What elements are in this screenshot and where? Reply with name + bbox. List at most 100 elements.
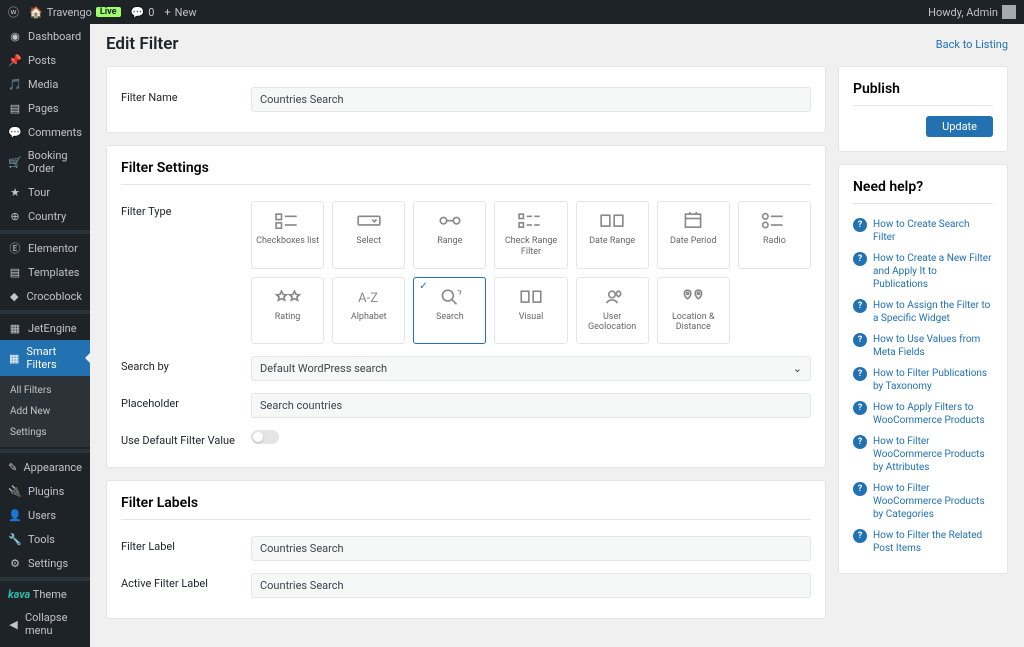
sidebar-item-jetengine[interactable]: ▦ JetEngine [0,316,90,340]
sidebar-item-label: Tour [28,186,50,199]
media-icon: 🎵 [8,77,22,91]
user-icon: 👤 [8,508,22,522]
jet-icon: ▦ [8,321,22,335]
sidebar-item-crocoblock[interactable]: ◆Crocoblock [0,284,90,308]
sidebar-item-label: JetEngine [28,322,77,335]
back-link[interactable]: Back to Listing [936,38,1008,51]
filter-name-label: Filter Name [121,87,251,104]
help-link[interactable]: How to Create a New Filter and Apply It … [873,252,993,291]
type-card-visual[interactable]: Visual [494,277,567,345]
howdy-text: Howdy, Admin [928,6,998,19]
alphabet-icon: A-Z [356,288,382,306]
type-card-checkboxes[interactable]: Checkboxes list [251,201,324,269]
site-link[interactable]: 🏠 Travengo Live [29,6,121,19]
type-label: Check Range Filter [499,236,562,258]
sidebar-item-pages[interactable]: ▤Pages [0,96,90,120]
sidebar-item-smart-filters[interactable]: ▦ Smart Filters [0,340,90,376]
type-card-checkrange[interactable]: Check Range Filter [494,201,567,269]
type-card-search[interactable]: ✓Search [413,277,486,345]
wp-logo-icon[interactable]: ⓦ [8,4,19,20]
type-card-dateperiod[interactable]: Date Period [657,201,730,269]
sidebar-item-booking-order[interactable]: 🛒Booking Order [0,144,90,180]
type-card-radio[interactable]: Radio [738,201,811,269]
sidebar-item-label: Templates [28,266,79,279]
sidebar-item-elementor[interactable]: ⒺElementor [0,236,90,260]
sidebar-item-label: Dashboard [28,30,81,43]
sidebar-item-users[interactable]: 👤Users [0,503,90,527]
gear-icon: ⚙ [8,556,22,570]
sidebar-item-label: Crocoblock [26,290,82,303]
checkrange-icon [518,212,544,230]
type-card-alphabet[interactable]: A-ZAlphabet [332,277,405,345]
searchby-label: Search by [121,356,251,373]
sidebar-item-media[interactable]: 🎵Media [0,72,90,96]
placeholder-input[interactable] [251,393,811,418]
gauge-icon: ◉ [8,29,22,43]
sidebar-item-templates[interactable]: ▤Templates [0,260,90,284]
sidebar-item-comments[interactable]: 💬Comments [0,120,90,144]
help-link[interactable]: How to Use Values from Meta Fields [873,333,993,359]
type-card-geo[interactable]: User Geolocation [576,277,649,345]
sidebar-sub-add-new[interactable]: Add New [0,401,90,422]
comments-bubble[interactable]: 💬 0 [131,6,155,19]
loc-icon [680,288,706,306]
sidebar-item-label: Settings [28,557,68,570]
brush-icon: ✎ [8,460,17,474]
sidebar-item-settings[interactable]: ⚙ Settings [0,551,90,575]
site-name: Travengo [47,6,92,19]
help-icon: ? [853,367,867,381]
help-link[interactable]: How to Filter Publications by Taxonomy [873,367,993,393]
help-link[interactable]: How to Assign the Filter to a Specific W… [873,299,993,325]
type-card-rating[interactable]: Rating [251,277,324,345]
collapse-menu[interactable]: ◀Collapse menu [0,606,90,642]
jet-icon: ▦ [8,351,20,365]
type-card-daterange[interactable]: Date Range [576,201,649,269]
globe-icon: ⊕ [8,209,22,223]
searchby-select[interactable]: Default WordPress search⌄ [251,356,811,381]
update-button[interactable]: Update [926,116,993,137]
sidebar-item-label: Booking Order [28,149,82,175]
filter-label-input[interactable] [251,536,811,561]
help-link[interactable]: How to Filter WooCommerce Products by Ca… [873,482,993,521]
sidebar-item-label: Elementor [28,242,78,255]
default-value-toggle[interactable] [251,430,279,444]
filter-name-panel: Filter Name [106,66,826,133]
help-icon: ? [853,218,867,232]
type-label: Select [356,236,381,247]
type-card-loc[interactable]: Location & Distance [657,277,730,345]
labels-heading: Filter Labels [121,495,811,520]
sidebar-item-label: Smart Filters [26,345,82,371]
type-label: Visual [519,312,544,323]
type-card-select[interactable]: Select [332,201,405,269]
sidebar-sub-settings[interactable]: Settings [0,422,90,443]
sidebar-item-tour[interactable]: ★Tour [0,180,90,204]
sidebar-item-label: Comments [28,126,82,139]
theme-item[interactable]: kava Theme [0,583,90,606]
help-icon: ? [853,435,867,449]
type-label: Date Range [589,236,635,247]
sidebar-item-country[interactable]: ⊕Country [0,204,90,228]
new-button[interactable]: + New [164,6,196,19]
help-icon: ? [853,401,867,415]
new-label: New [175,6,197,19]
filter-labels-panel: Filter Labels Filter Label Active Filter… [106,480,826,619]
sidebar-item-tools[interactable]: 🔧Tools [0,527,90,551]
howdy-link[interactable]: Howdy, Admin [928,5,1016,19]
active-label-label: Active Filter Label [121,573,251,590]
sidebar-item-plugins[interactable]: 🔌Plugins [0,479,90,503]
active-label-input[interactable] [251,573,811,598]
sidebar-item-appearance[interactable]: ✎Appearance [0,455,90,479]
filter-type-label: Filter Type [121,201,251,218]
help-link[interactable]: How to Create Search Filter [873,218,993,244]
help-link[interactable]: How to Filter the Related Post Items [873,529,993,555]
type-card-range[interactable]: Range [413,201,486,269]
help-link[interactable]: How to Filter WooCommerce Products by At… [873,435,993,474]
sidebar-item-posts[interactable]: 📌Posts [0,48,90,72]
help-icon: ? [853,333,867,347]
sidebar-item-dashboard[interactable]: ◉ Dashboard [0,24,90,48]
help-link[interactable]: How to Apply Filters to WooCommerce Prod… [873,401,993,427]
filter-name-input[interactable] [251,87,811,112]
help-icon: ? [853,252,867,266]
sidebar-sub-all-filters[interactable]: All Filters [0,380,90,401]
default-value-label: Use Default Filter Value [121,430,251,447]
